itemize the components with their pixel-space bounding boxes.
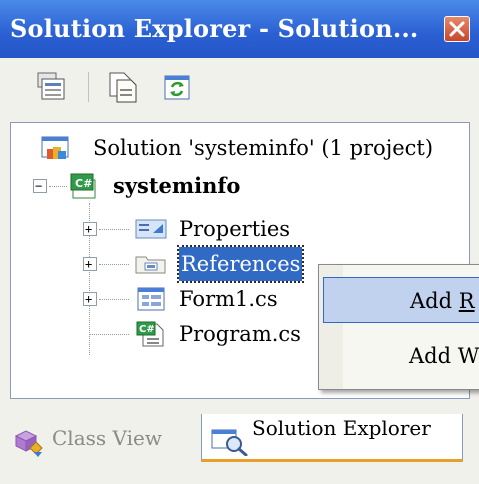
references-label: References <box>176 245 305 283</box>
toolbar <box>0 58 479 122</box>
project-label: systeminfo <box>113 173 241 198</box>
tree-connector <box>99 264 129 265</box>
title-bar[interactable]: Solution Explorer - Solution... <box>0 0 479 58</box>
show-all-files-icon <box>109 72 137 103</box>
svg-text:C#: C# <box>139 324 155 335</box>
properties-button[interactable] <box>34 70 68 104</box>
refresh-button[interactable] <box>160 70 194 104</box>
project-collapse-toggle[interactable]: − <box>33 179 47 193</box>
tree-connector <box>99 229 129 230</box>
tool-window-tabs: Class View Solution Explorer <box>0 400 479 484</box>
form-file-icon <box>137 287 165 311</box>
expand-toggle-properties[interactable]: + <box>83 222 97 236</box>
context-menu: Add R Add W <box>318 264 479 390</box>
refresh-icon <box>164 75 190 100</box>
toolbar-separator <box>88 72 89 102</box>
svg-text:C#: C# <box>75 177 92 190</box>
tab-class-view[interactable]: Class View <box>12 420 198 460</box>
solution-explorer-icon <box>211 429 248 456</box>
references-folder-icon <box>135 256 166 274</box>
window-title: Solution Explorer - Solution... <box>10 14 419 43</box>
properties-folder-icon <box>135 219 167 239</box>
csharp-project-icon: C# <box>70 173 96 199</box>
solution-icon <box>41 136 69 159</box>
tab-solution-explorer[interactable]: Solution Explorer <box>201 414 463 462</box>
close-x-icon <box>449 21 465 37</box>
properties-icon <box>37 72 65 100</box>
show-all-files-button[interactable] <box>105 70 139 104</box>
properties-label: Properties <box>179 217 291 241</box>
program-label: Program.cs <box>179 322 301 346</box>
expand-toggle-form1[interactable]: + <box>83 292 97 306</box>
tree-connector <box>89 334 129 335</box>
form1-label: Form1.cs <box>179 287 278 311</box>
solution-label: Solution 'systeminfo' (1 project) <box>93 136 434 160</box>
close-button[interactable] <box>444 16 470 42</box>
menu-item-add-reference[interactable]: Add R <box>323 277 479 323</box>
csharp-file-icon: C# <box>136 321 164 347</box>
tab-solution-explorer-label: Solution Explorer <box>252 416 431 440</box>
menu-item-label: Add R <box>410 289 475 313</box>
class-view-icon <box>14 430 43 457</box>
menu-item-add-web-reference[interactable]: Add W <box>323 333 479 379</box>
tree-connector <box>99 299 129 300</box>
expand-toggle-references[interactable]: + <box>83 257 97 271</box>
solution-explorer-window: Solution Explorer - Solution... Solution… <box>0 0 479 484</box>
tree-connector <box>49 186 67 187</box>
tab-class-view-label: Class View <box>52 426 162 450</box>
menu-item-label: Add W <box>409 344 479 368</box>
